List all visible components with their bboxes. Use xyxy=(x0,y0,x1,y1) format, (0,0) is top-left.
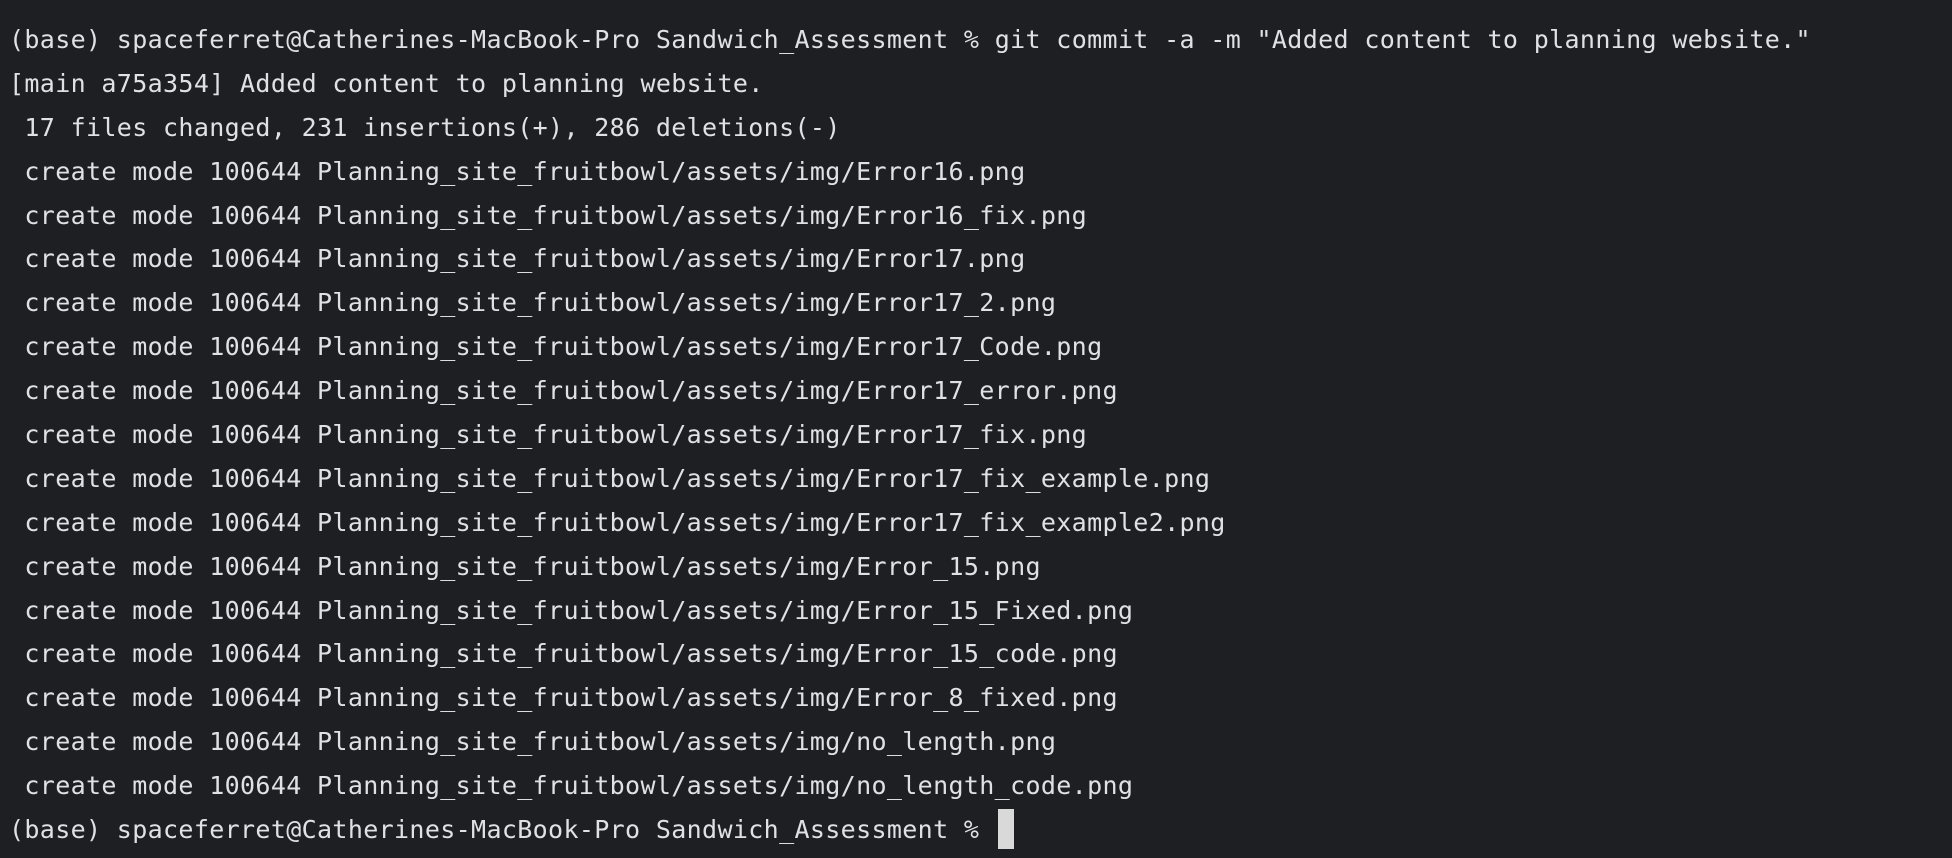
create-mode-line: create mode 100644 Planning_site_fruitbo… xyxy=(9,551,1041,581)
create-mode-line: create mode 100644 Planning_site_fruitbo… xyxy=(9,595,1134,625)
create-mode-line: create mode 100644 Planning_site_fruitbo… xyxy=(9,639,1118,669)
create-mode-line: create mode 100644 Planning_site_fruitbo… xyxy=(9,244,1026,274)
git-commit-command: git commit -a -m "Added content to plann… xyxy=(994,25,1811,54)
terminal-window[interactable]: (base) spaceferret@Catherines-MacBook-Pr… xyxy=(0,0,1952,858)
create-mode-line: create mode 100644 Planning_site_fruitbo… xyxy=(9,771,1134,801)
create-mode-line: create mode 100644 Planning_site_fruitbo… xyxy=(9,463,1211,493)
create-mode-line: create mode 100644 Planning_site_fruitbo… xyxy=(9,200,1088,230)
text-cursor[interactable] xyxy=(997,809,1014,850)
create-mode-line: create mode 100644 Planning_site_fruitbo… xyxy=(9,332,1103,362)
commit-summary-line: 17 files changed, 231 insertions(+), 286… xyxy=(9,112,841,142)
create-mode-line: create mode 100644 Planning_site_fruitbo… xyxy=(9,683,1118,713)
create-mode-line: create mode 100644 Planning_site_fruitbo… xyxy=(9,420,1088,450)
active-prompt-line[interactable]: (base) spaceferret@Catherines-MacBook-Pr… xyxy=(9,808,1952,852)
create-mode-line: create mode 100644 Planning_site_fruitbo… xyxy=(9,376,1118,406)
commit-result-line: [main a75a354] Added content to planning… xyxy=(9,68,764,98)
create-mode-line: create mode 100644 Planning_site_fruitbo… xyxy=(9,727,1057,757)
create-mode-line: create mode 100644 Planning_site_fruitbo… xyxy=(9,288,1057,318)
shell-prompt: (base) spaceferret@Catherines-MacBook-Pr… xyxy=(9,815,995,845)
create-mode-line: create mode 100644 Planning_site_fruitbo… xyxy=(9,156,1026,186)
create-mode-line: create mode 100644 Planning_site_fruitbo… xyxy=(9,507,1226,537)
shell-prompt: (base) spaceferret@Catherines-MacBook-Pr… xyxy=(9,25,995,54)
command-line: (base) spaceferret@Catherines-MacBook-Pr… xyxy=(9,18,1952,62)
